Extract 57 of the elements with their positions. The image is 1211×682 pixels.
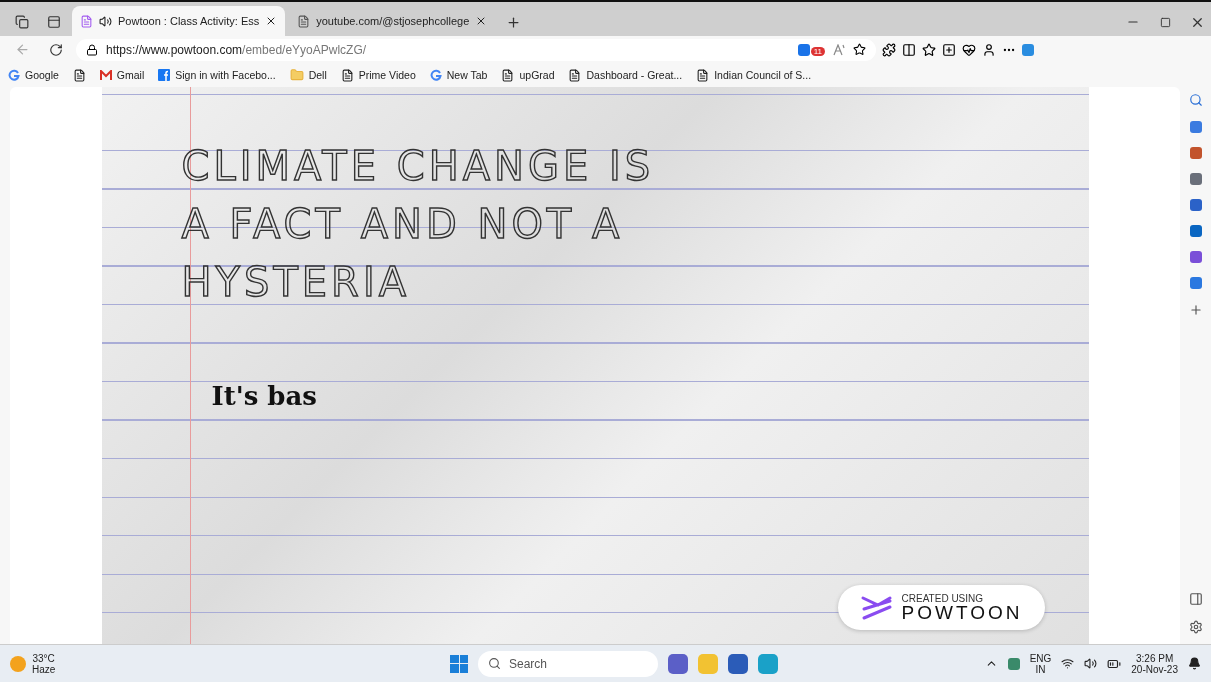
bookmark[interactable]: Prime Video [340, 68, 416, 82]
slide-title: A FACT AND NOT A [181, 200, 625, 249]
read-aloud-icon[interactable] [833, 43, 845, 56]
page-icon [501, 68, 515, 82]
clock-date[interactable]: 20-Nov-23 [1131, 663, 1178, 675]
search-icon [488, 657, 501, 670]
count-badge: 11 [810, 46, 825, 56]
clock-time[interactable]: 3:26 PM [1136, 652, 1174, 664]
mail-icon [99, 70, 112, 80]
bookmark[interactable]: Gmail [99, 69, 145, 81]
start-icon[interactable] [450, 654, 468, 673]
bell-icon[interactable] [1188, 657, 1201, 670]
page-icon [568, 68, 582, 82]
browser-tab[interactable]: youtube.com/@stjosephcollege [289, 6, 496, 36]
logo-icon [859, 594, 894, 621]
bookmark[interactable]: Indian Council of S... [696, 68, 812, 82]
settings-icon[interactable] [1188, 620, 1203, 634]
extensions-icon[interactable] [882, 42, 896, 57]
page-icon [297, 14, 311, 28]
bookmark[interactable]: Dashboard - Great... [568, 68, 683, 82]
volume-icon[interactable] [1084, 657, 1098, 670]
add-icon[interactable] [1188, 303, 1203, 317]
slide-title: HYSTERIA [181, 258, 412, 307]
google-icon [429, 69, 442, 81]
address-bar[interactable]: https://www.powtoon.com/embed/eYyoAPwlcZG/ 11 [76, 38, 876, 61]
search-icon[interactable] [1188, 93, 1203, 107]
wifi-icon[interactable] [1061, 657, 1075, 670]
handwritten-text: It's bas [211, 381, 317, 411]
slide-title: CLIMATE CHANGE IS [181, 142, 656, 191]
browser-tab[interactable]: Powtoon : Class Activity: Ess [72, 6, 286, 36]
bookmark[interactable] [72, 68, 86, 82]
star-icon[interactable] [853, 43, 866, 56]
weather-text: Haze [32, 663, 56, 675]
bookmark[interactable]: New Tab [429, 69, 488, 81]
collections-icon[interactable] [942, 42, 956, 57]
sidebar-icon[interactable] [1188, 592, 1203, 606]
bookmark[interactable]: Google [8, 69, 59, 81]
region[interactable]: IN [1035, 663, 1046, 675]
facebook-icon [158, 69, 171, 81]
profile-icon[interactable] [982, 42, 996, 57]
language[interactable]: ENG [1029, 652, 1052, 664]
page-icon [696, 68, 710, 82]
page-icon [340, 68, 354, 82]
bookmark[interactable]: Sign in with Facebo... [158, 69, 276, 81]
created-using-badge[interactable]: CREATED USING POWTOON [837, 585, 1045, 630]
bookmark[interactable]: Dell [289, 68, 327, 82]
google-icon [8, 69, 20, 81]
lock-icon [86, 43, 98, 56]
page-icon [80, 14, 93, 28]
bookmark[interactable]: upGrad [501, 68, 555, 82]
split-screen-icon[interactable] [902, 42, 916, 57]
url-text: https://www.powtoon.com/embed/eYyoAPwlcZG/ [106, 42, 367, 57]
temperature: 33°C [32, 652, 55, 664]
page-icon [72, 68, 86, 82]
favorites-icon[interactable] [922, 42, 936, 57]
taskbar-search[interactable]: Search [478, 650, 658, 677]
heart-icon[interactable] [962, 42, 976, 57]
